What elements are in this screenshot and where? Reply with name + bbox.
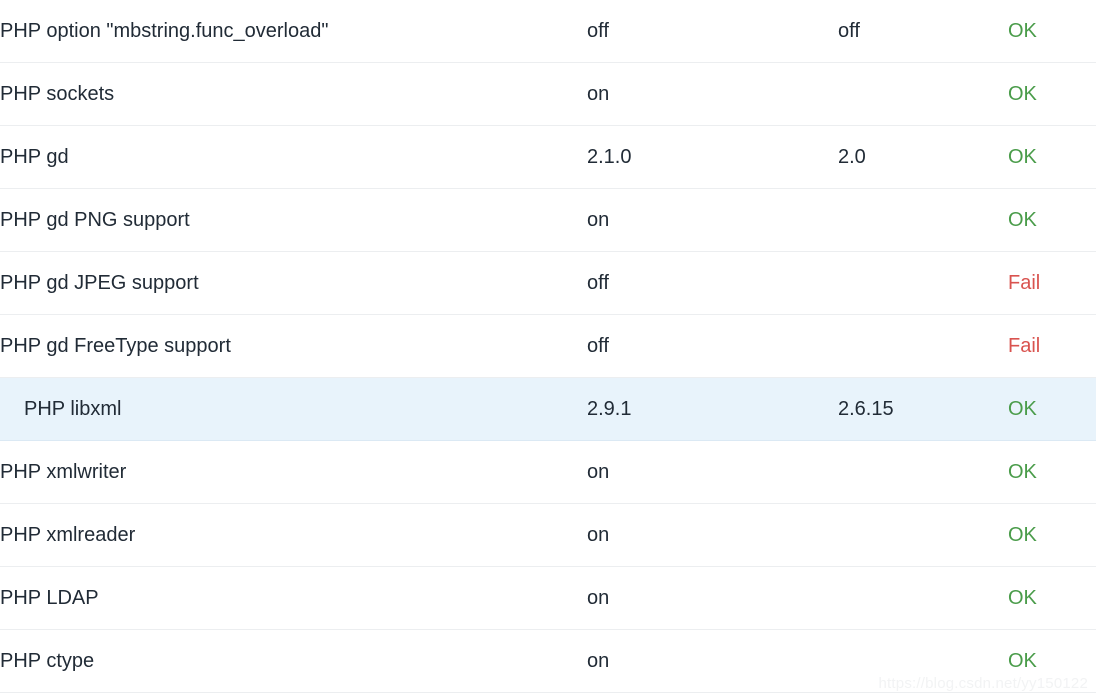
table-row[interactable]: PHP gd FreeType support off Fail: [0, 314, 1096, 378]
current-value-cell: 2.9.1: [587, 377, 838, 441]
current-value-cell: off: [587, 0, 838, 63]
current-value-cell: off: [587, 314, 838, 378]
required-value-cell: [838, 629, 1008, 693]
requirement-name-cell: PHP ctype: [0, 629, 587, 693]
status-badge: OK: [1008, 188, 1096, 252]
current-value-cell: on: [587, 566, 838, 630]
required-value-cell: 2.0: [838, 125, 1008, 189]
status-badge: OK: [1008, 629, 1096, 693]
requirement-name-cell: PHP xmlreader: [0, 503, 587, 567]
required-value-cell: [838, 440, 1008, 504]
table-row[interactable]: PHP sockets on OK: [0, 62, 1096, 126]
required-value-cell: [838, 188, 1008, 252]
table-row[interactable]: PHP libxml 2.9.1 2.6.15 OK: [0, 377, 1096, 441]
requirement-name-cell: PHP gd: [0, 125, 587, 189]
required-value-cell: 2.6.15: [838, 377, 1008, 441]
table-row[interactable]: PHP option "mbstring.func_overload" off of…: [0, 0, 1096, 63]
status-badge: OK: [1008, 566, 1096, 630]
requirement-name-cell: PHP gd PNG support: [0, 188, 587, 252]
table-row[interactable]: PHP gd 2.1.0 2.0 OK: [0, 125, 1096, 189]
current-value-cell: on: [587, 440, 838, 504]
required-value-cell: [838, 62, 1008, 126]
required-value-cell: [838, 503, 1008, 567]
requirement-name-cell: PHP xmlwriter: [0, 440, 587, 504]
requirement-name-cell: PHP gd JPEG support: [0, 251, 587, 315]
table-row[interactable]: PHP xmlreader on OK: [0, 503, 1096, 567]
requirement-name-cell: PHP sockets: [0, 62, 587, 126]
table-row[interactable]: PHP gd PNG support on OK: [0, 188, 1096, 252]
status-badge: Fail: [1008, 251, 1096, 315]
required-value-cell: [838, 566, 1008, 630]
current-value-cell: on: [587, 188, 838, 252]
requirement-name-cell: PHP option "mbstring.func_overload": [0, 0, 587, 63]
required-value-cell: [838, 251, 1008, 315]
status-badge: OK: [1008, 440, 1096, 504]
required-value-cell: [838, 314, 1008, 378]
requirements-table-body: PHP option "mbstring.func_overload" off of…: [0, 0, 1096, 693]
table-row[interactable]: PHP ctype on OK: [0, 629, 1096, 693]
current-value-cell: on: [587, 62, 838, 126]
status-badge: OK: [1008, 62, 1096, 126]
requirement-name-cell: PHP libxml: [0, 377, 587, 441]
status-badge: OK: [1008, 503, 1096, 567]
status-badge: OK: [1008, 377, 1096, 441]
table-row[interactable]: PHP xmlwriter on OK: [0, 440, 1096, 504]
current-value-cell: 2.1.0: [587, 125, 838, 189]
current-value-cell: on: [587, 629, 838, 693]
status-badge: OK: [1008, 125, 1096, 189]
requirement-name-cell: PHP LDAP: [0, 566, 587, 630]
requirement-name-cell: PHP gd FreeType support: [0, 314, 587, 378]
required-value-cell: off: [838, 0, 1008, 63]
table-row[interactable]: PHP gd JPEG support off Fail: [0, 251, 1096, 315]
php-requirements-table: PHP option "mbstring.func_overload" off of…: [0, 0, 1096, 693]
status-badge: Fail: [1008, 314, 1096, 378]
current-value-cell: on: [587, 503, 838, 567]
table-row[interactable]: PHP LDAP on OK: [0, 566, 1096, 630]
status-badge: OK: [1008, 0, 1096, 63]
current-value-cell: off: [587, 251, 838, 315]
